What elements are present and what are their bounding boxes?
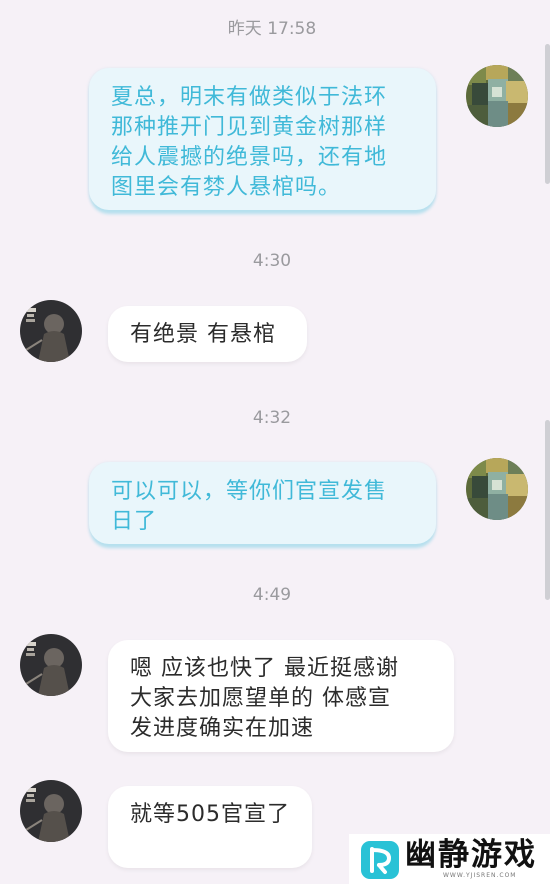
watermark-url: WWW.YJISREN.COM	[443, 872, 517, 879]
timestamp: 昨天 17:58	[227, 19, 317, 39]
contact-avatar[interactable]	[20, 780, 82, 842]
received-message-bubble[interactable]: 就等505官宣了	[108, 786, 312, 868]
my-avatar[interactable]	[466, 458, 528, 520]
sent-message-bubble[interactable]: 夏总，明末有做类似于法环 那种推开门见到黄金树那样 给人震撼的绝景吗，还有地 图…	[89, 68, 436, 210]
timestamp: 4:30	[252, 251, 292, 271]
scrollbar-thumb[interactable]	[545, 420, 550, 600]
brand-logo-icon	[361, 841, 399, 879]
scrollbar-top[interactable]	[545, 44, 550, 184]
timestamp: 4:49	[252, 585, 292, 605]
watermark-text: 幽静游戏	[405, 837, 537, 873]
my-avatar[interactable]	[466, 65, 528, 127]
sent-message-bubble[interactable]: 可以可以，等你们官宣发售 日了	[89, 462, 436, 544]
timestamp: 4:32	[252, 408, 292, 428]
received-message-bubble[interactable]: 嗯 应该也快了 最近挺感谢 大家去加愿望单的 体感宣 发进度确实在加速	[108, 640, 454, 752]
received-message-bubble[interactable]: 有绝景 有悬棺	[108, 306, 307, 362]
watermark: 幽静游戏 WWW.YJISREN.COM	[349, 834, 550, 884]
contact-avatar[interactable]	[20, 300, 82, 362]
contact-avatar[interactable]	[20, 634, 82, 696]
